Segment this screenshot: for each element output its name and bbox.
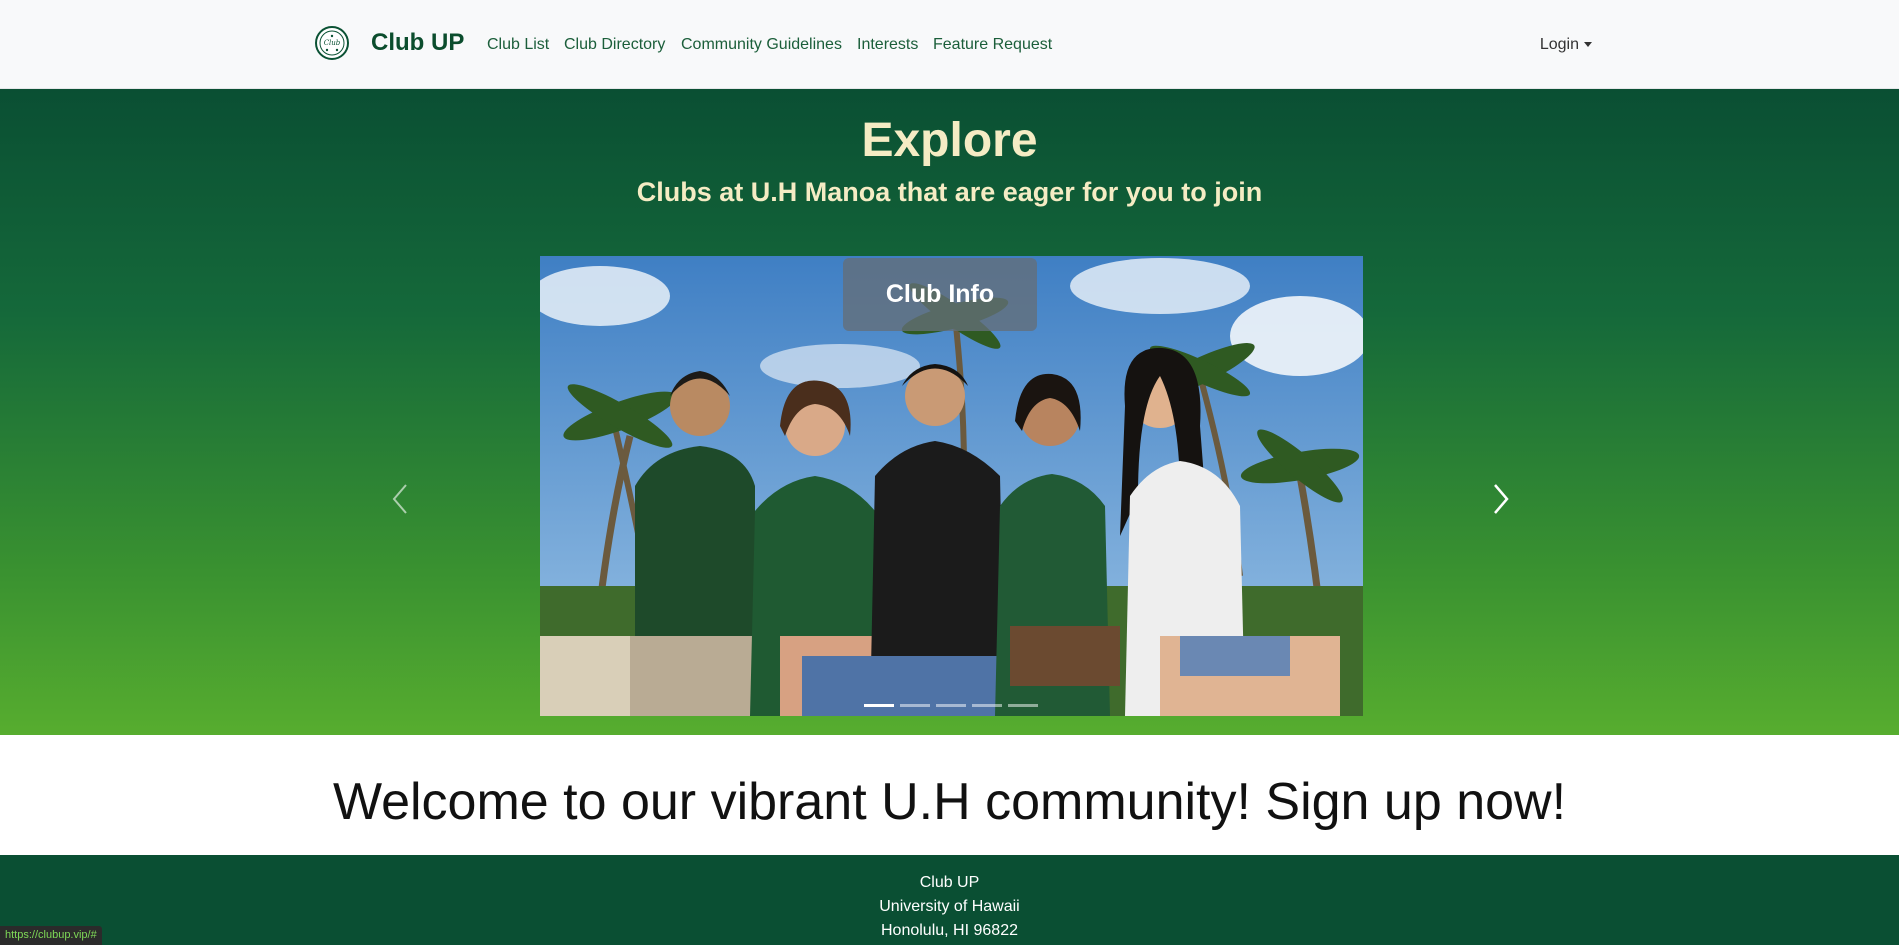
carousel-indicator-5[interactable]: [1008, 704, 1038, 707]
footer-university: University of Hawaii: [879, 898, 1020, 915]
hero-subtitle: Clubs at U.H Manoa that are eager for yo…: [636, 177, 1263, 207]
carousel-prev-button[interactable]: [380, 469, 420, 529]
footer-address: Honolulu, HI 96822: [881, 922, 1018, 939]
hero-section: Explore Clubs at U.H Manoa that are eage…: [0, 89, 1899, 735]
carousel-next-button[interactable]: [1481, 469, 1521, 529]
nav-community-guidelines[interactable]: Community Guidelines: [681, 34, 842, 56]
caret-down-icon: [1584, 42, 1592, 48]
carousel-indicator-4[interactable]: [972, 704, 1002, 707]
chevron-right-icon: [1494, 484, 1509, 514]
nav-feature-request[interactable]: Feature Request: [933, 34, 1052, 56]
club-up-logo-icon[interactable]: Club: [315, 26, 349, 60]
carousel-indicator-3[interactable]: [936, 704, 966, 707]
footer-club-name: Club UP: [919, 874, 980, 891]
carousel-indicators: [864, 704, 1044, 708]
nav-club-list[interactable]: Club List: [487, 34, 549, 56]
footer: Club UP University of Hawaii Honolulu, H…: [0, 855, 1899, 945]
club-carousel[interactable]: Club Info: [540, 256, 1363, 716]
welcome-message: Welcome to our vibrant U.H community! Si…: [332, 773, 1567, 831]
carousel-indicator-1[interactable]: [864, 704, 894, 707]
navbar: Club Club UP Club List Club Directory Co…: [0, 0, 1899, 89]
hero-title: Explore: [861, 114, 1038, 167]
carousel-indicator-2[interactable]: [900, 704, 930, 707]
browser-status-url: https://clubup.vip/#: [0, 926, 102, 945]
nav-interests[interactable]: Interests: [857, 34, 918, 56]
chevron-left-icon: [392, 484, 407, 514]
navbar-inner: Club Club UP Club List Club Directory Co…: [315, 0, 1592, 88]
club-info-button[interactable]: Club Info: [843, 258, 1037, 331]
svg-text:Club: Club: [324, 39, 341, 47]
login-label: Login: [1539, 36, 1579, 53]
login-dropdown[interactable]: Login: [1540, 34, 1592, 56]
brand-name[interactable]: Club UP: [371, 26, 464, 60]
nav-club-directory[interactable]: Club Directory: [564, 34, 665, 56]
